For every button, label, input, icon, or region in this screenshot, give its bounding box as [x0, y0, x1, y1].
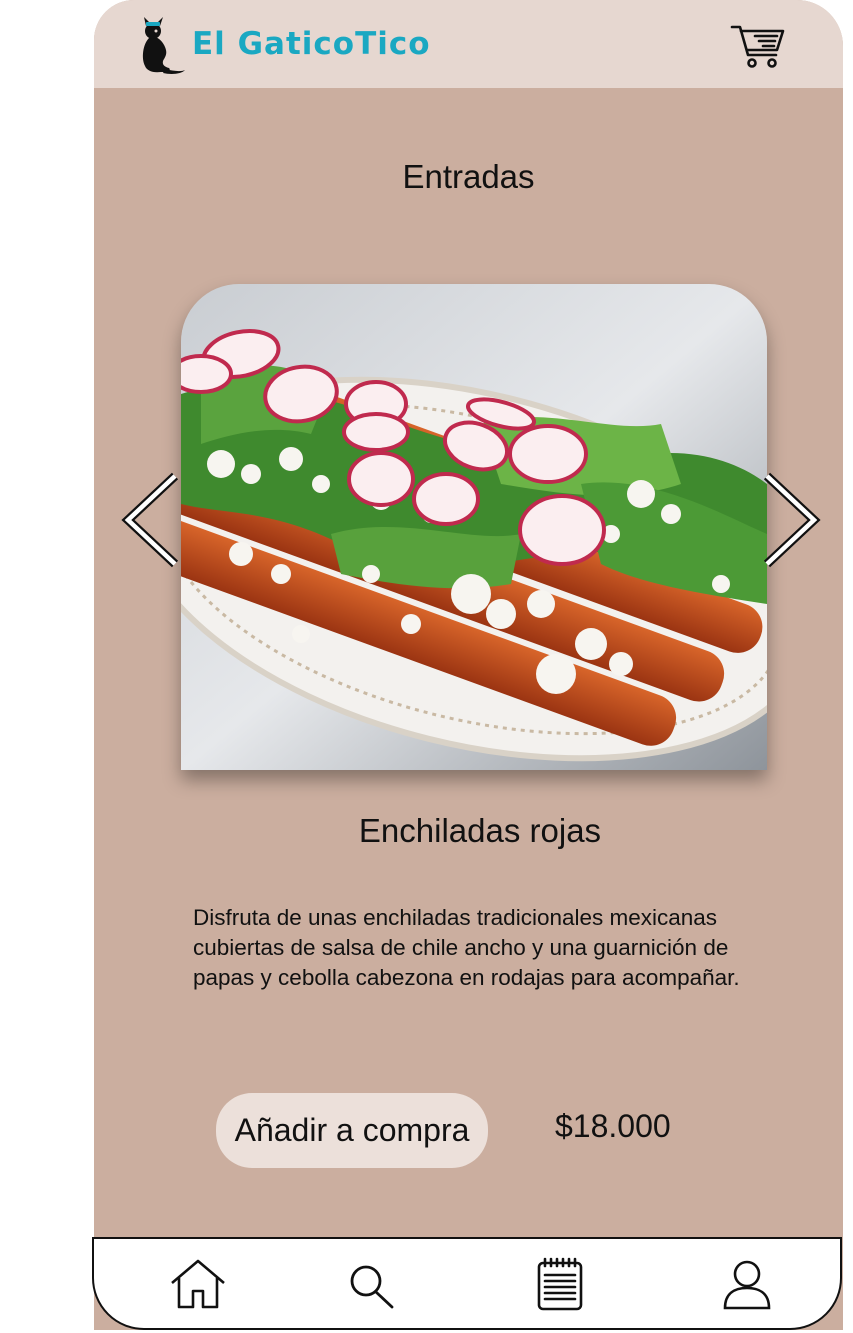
enchiladas-photo	[181, 284, 767, 770]
brand-name: El GaticoTico	[192, 26, 431, 62]
product-price: $18.000	[555, 1108, 671, 1144]
product-description: Disfruta de unas enchiladas tradicionale…	[193, 905, 740, 990]
category-title: Entradas	[402, 158, 535, 195]
chevron-right-icon[interactable]	[762, 470, 822, 570]
add-to-cart-button[interactable]: Añadir a compra	[216, 1093, 488, 1168]
product-name: Enchiladas rojas	[358, 812, 602, 849]
search-icon[interactable]	[342, 1255, 402, 1315]
home-icon[interactable]	[168, 1255, 228, 1315]
product-photo	[181, 284, 767, 770]
menu-notepad-icon[interactable]	[529, 1255, 589, 1315]
user-icon[interactable]	[716, 1255, 776, 1315]
bottom-navigation	[92, 1237, 842, 1330]
cart-icon[interactable]	[730, 22, 786, 70]
chevron-left-icon[interactable]	[120, 470, 180, 570]
cat-logo-icon	[142, 17, 185, 74]
